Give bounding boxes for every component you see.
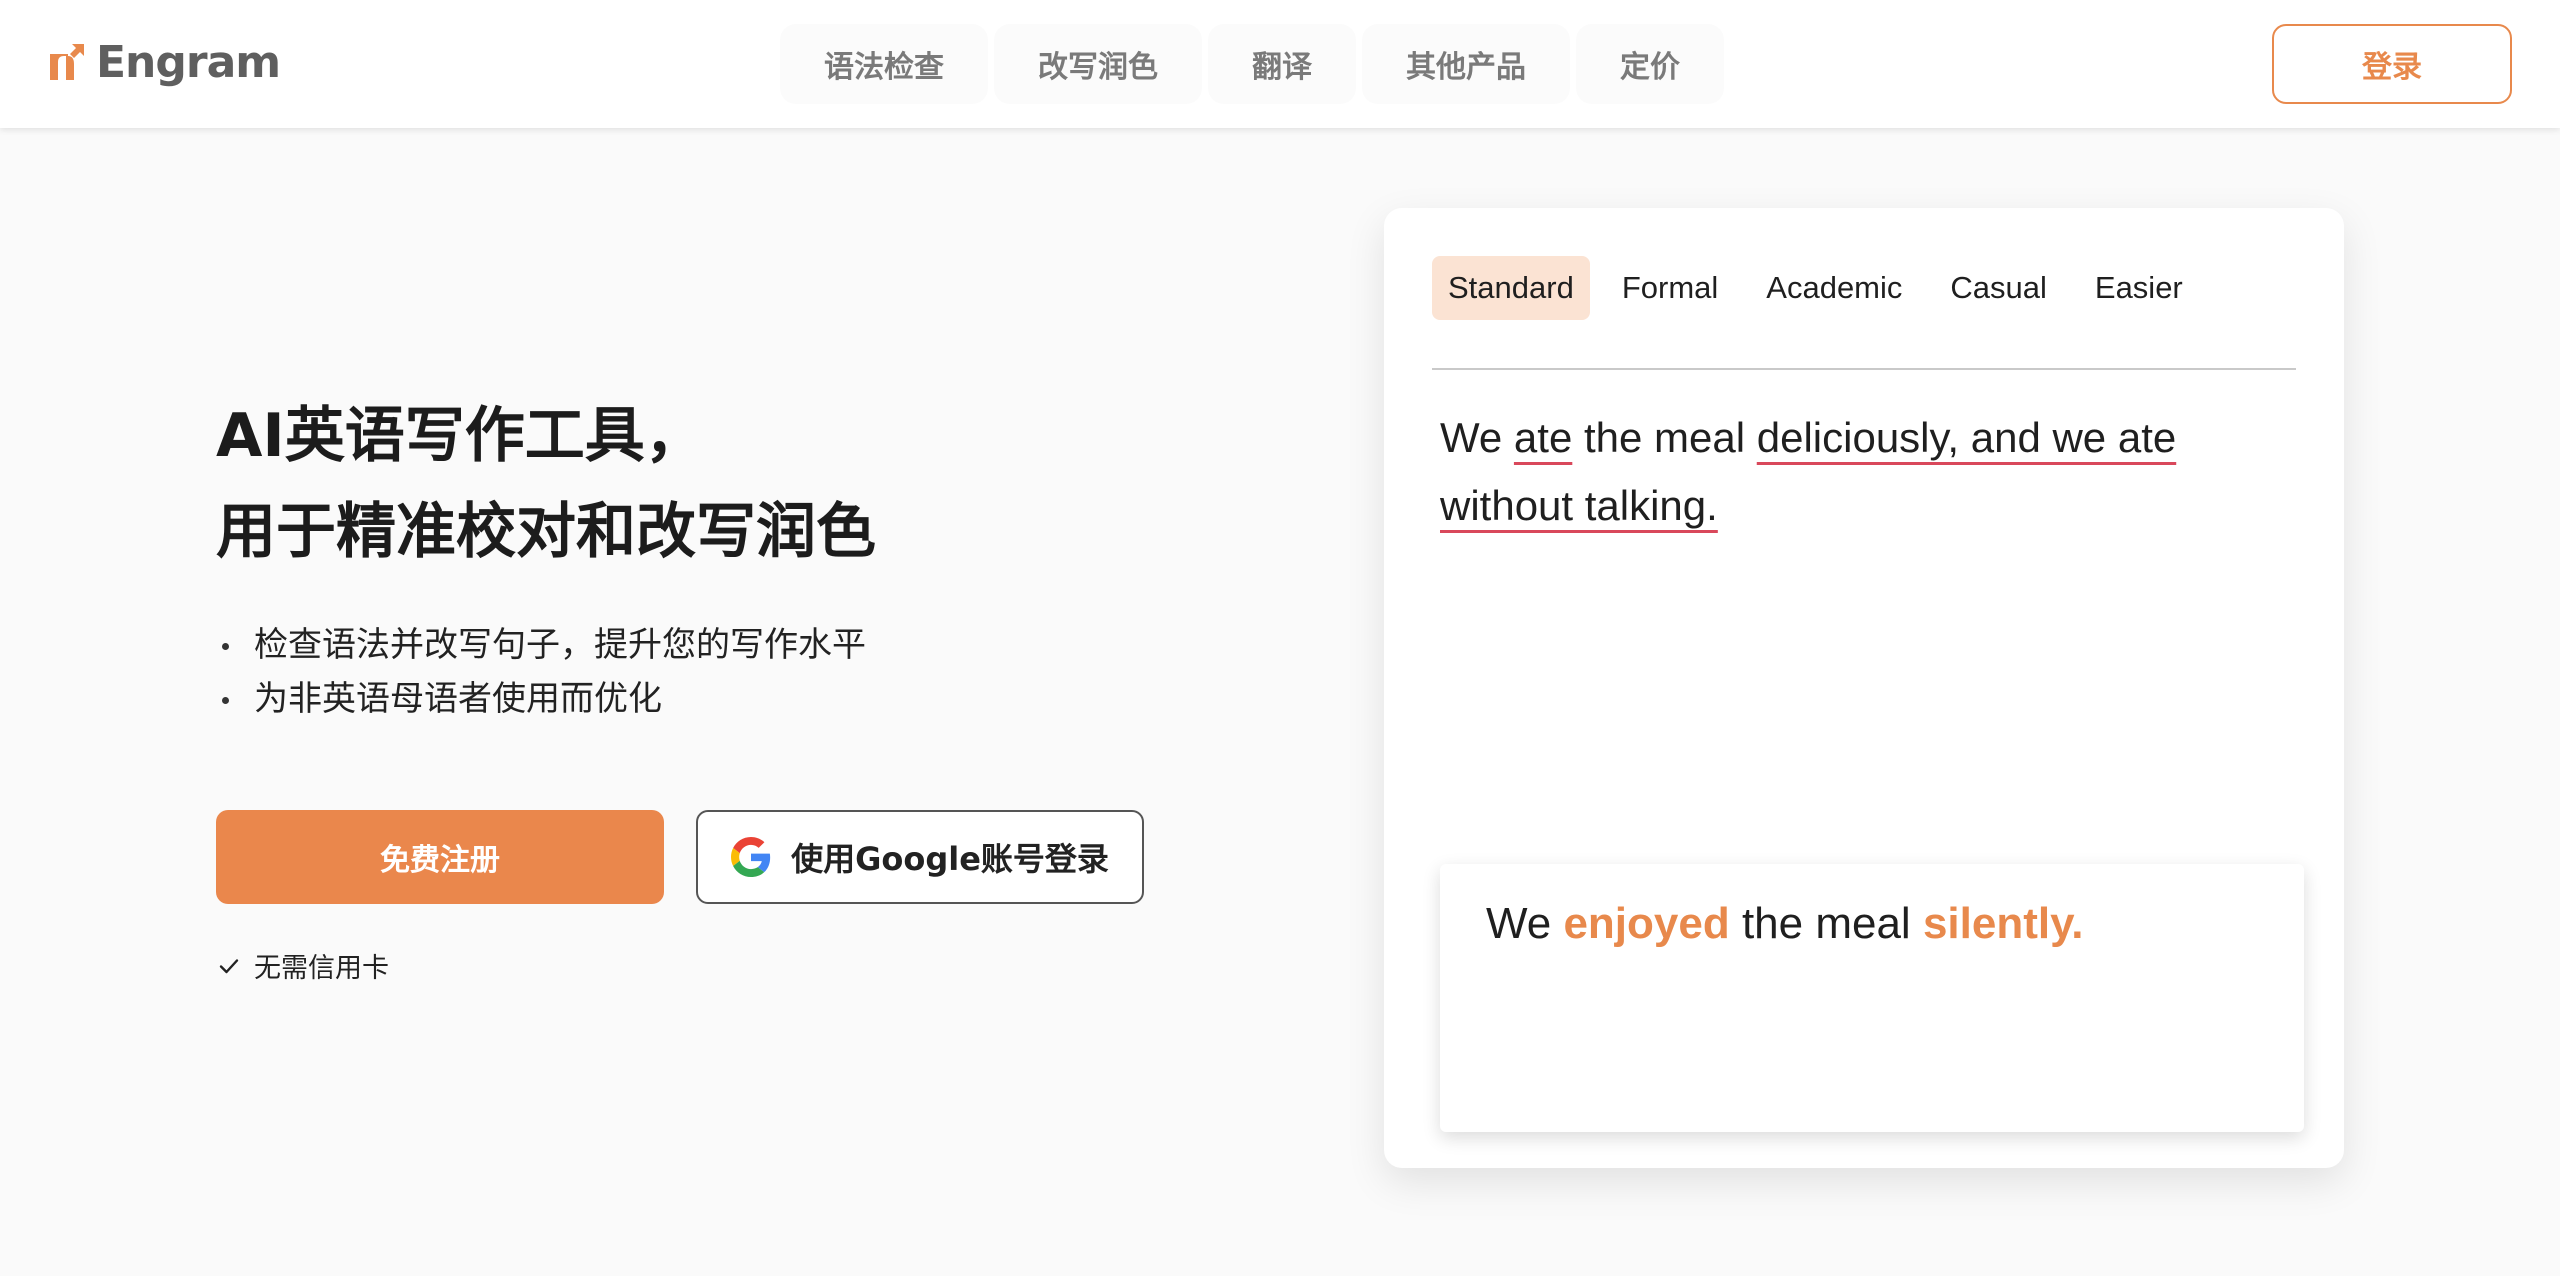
- google-login-label: 使用Google账号登录: [791, 840, 1109, 878]
- feature-item: 为非英语母语者使用而优化: [216, 672, 1016, 726]
- no-credit-card-note: 无需信用卡: [218, 946, 389, 985]
- tab-academic[interactable]: Academic: [1750, 256, 1918, 320]
- checkmark-icon: [219, 958, 239, 973]
- source-segment: We: [1440, 414, 1514, 461]
- feature-list: 检查语法并改写句子，提升您的写作水平 为非英语母语者使用而优化: [216, 618, 1016, 726]
- main-nav: 语法检查 改写润色 翻译 其他产品 定价: [780, 24, 1724, 104]
- google-icon: [731, 837, 771, 877]
- original-sentence: We ate the meal deliciously, and we ate …: [1440, 404, 2260, 540]
- source-segment: the meal: [1572, 414, 1757, 461]
- rewritten-sentence: We enjoyed the meal silently.: [1486, 894, 2266, 954]
- tab-standard[interactable]: Standard: [1432, 256, 1590, 320]
- grammar-error-segment[interactable]: ate: [1514, 414, 1572, 461]
- hero-title-line-1: AI英语写作工具，: [216, 401, 705, 471]
- hero-title: AI英语写作工具， 用于精准校对和改写润色: [216, 388, 976, 580]
- rewrite-result-box: We enjoyed the meal silently.: [1440, 864, 2304, 1132]
- top-header: Engram 语法检查 改写润色 翻译 其他产品 定价 登录: [0, 0, 2560, 128]
- brand-name: Engram: [96, 36, 281, 88]
- changed-word: enjoyed: [1563, 899, 1730, 948]
- hero-title-line-2: 用于精准校对和改写润色: [216, 497, 876, 567]
- result-segment: the meal: [1729, 899, 1923, 948]
- rewrite-demo-card: Standard Formal Academic Casual Easier W…: [1384, 208, 2344, 1168]
- style-tabs: Standard Formal Academic Casual Easier: [1432, 256, 2215, 320]
- nav-item-paraphrase[interactable]: 改写润色: [994, 24, 1202, 104]
- nav-item-translate[interactable]: 翻译: [1208, 24, 1356, 104]
- tab-formal[interactable]: Formal: [1606, 256, 1734, 320]
- tab-casual[interactable]: Casual: [1934, 256, 2063, 320]
- engram-logo-icon: [50, 44, 84, 80]
- no-credit-card-label: 无需信用卡: [254, 953, 389, 984]
- login-button[interactable]: 登录: [2272, 24, 2512, 104]
- feature-item: 检查语法并改写句子，提升您的写作水平: [216, 618, 1016, 672]
- result-segment: We: [1486, 899, 1564, 948]
- changed-word: silently.: [1922, 899, 2084, 948]
- tab-easier[interactable]: Easier: [2079, 256, 2199, 320]
- nav-item-pricing[interactable]: 定价: [1576, 24, 1724, 104]
- tabs-divider: [1432, 368, 2296, 370]
- nav-item-grammar-check[interactable]: 语法检查: [780, 24, 988, 104]
- free-signup-button[interactable]: 免费注册: [216, 810, 664, 904]
- nav-item-other-products[interactable]: 其他产品: [1362, 24, 1570, 104]
- brand-logo[interactable]: Engram: [46, 30, 281, 94]
- google-login-button[interactable]: 使用Google账号登录: [696, 810, 1144, 904]
